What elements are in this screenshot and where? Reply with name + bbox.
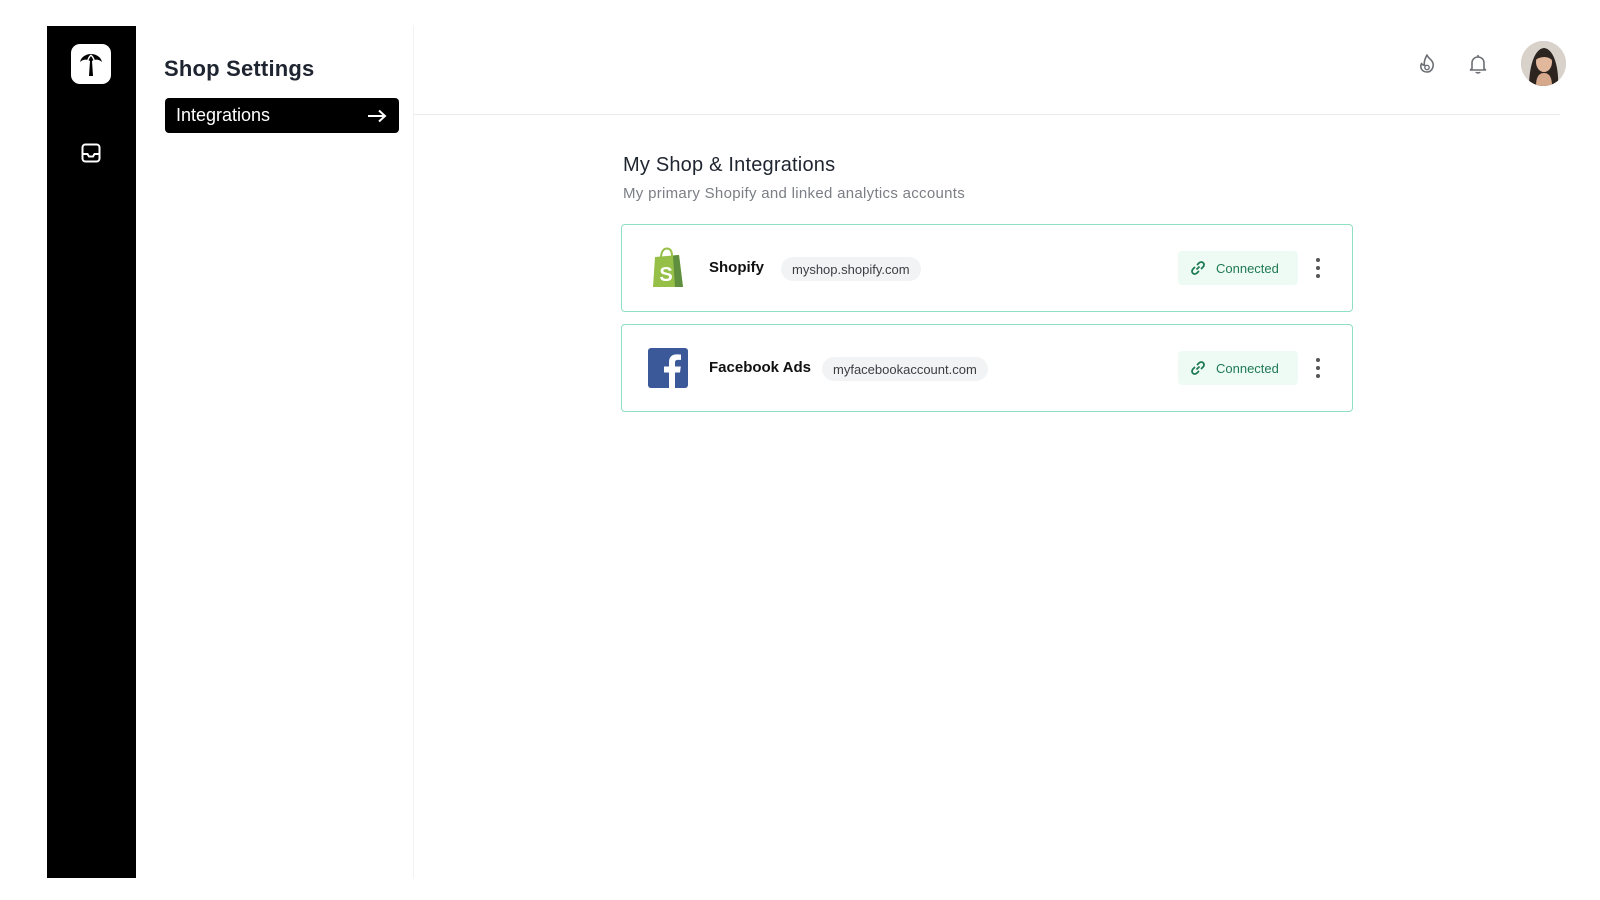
user-avatar[interactable] bbox=[1521, 41, 1566, 86]
integration-card-facebook[interactable]: Facebook Ads myfacebookaccount.com Conne… bbox=[621, 324, 1353, 412]
integration-card-shopify[interactable]: S Shopify myshop.shopify.com Connected bbox=[621, 224, 1353, 312]
app-logo[interactable] bbox=[71, 44, 111, 84]
facebook-icon bbox=[647, 347, 689, 389]
settings-item-label: Integrations bbox=[176, 105, 271, 125]
svg-text:S: S bbox=[659, 264, 672, 286]
section-title: My Shop & Integrations bbox=[623, 154, 836, 176]
app-frame: Shop Settings Integrations My Shop & Int… bbox=[47, 26, 1566, 878]
left-rail bbox=[47, 26, 136, 878]
more-options-icon[interactable] bbox=[1310, 252, 1326, 284]
settings-title: Shop Settings bbox=[164, 56, 315, 81]
status-label: Connected bbox=[1216, 260, 1279, 276]
settings-sidebar: Shop Settings Integrations bbox=[136, 26, 414, 878]
inbox-icon[interactable] bbox=[78, 140, 104, 166]
link-icon bbox=[1191, 261, 1205, 275]
integration-url[interactable]: myfacebookaccount.com bbox=[822, 357, 988, 381]
more-options-icon[interactable] bbox=[1310, 352, 1326, 384]
palm-tree-icon bbox=[80, 54, 102, 76]
integration-name: Shopify bbox=[709, 259, 764, 276]
integration-name: Facebook Ads bbox=[709, 359, 811, 376]
arrow-right-icon bbox=[368, 109, 387, 122]
connected-badge[interactable]: Connected bbox=[1178, 351, 1298, 385]
shopify-bag-icon: S bbox=[647, 247, 689, 289]
link-icon bbox=[1191, 361, 1205, 375]
fire-icon[interactable] bbox=[1413, 50, 1441, 78]
connected-badge[interactable]: Connected bbox=[1178, 251, 1298, 285]
integration-url[interactable]: myshop.shopify.com bbox=[781, 257, 921, 281]
section-subtitle: My primary Shopify and linked analytics … bbox=[623, 185, 966, 202]
settings-item-integrations[interactable]: Integrations bbox=[165, 98, 399, 133]
topbar bbox=[414, 26, 1566, 115]
status-label: Connected bbox=[1216, 360, 1279, 376]
bell-icon[interactable] bbox=[1464, 50, 1492, 78]
